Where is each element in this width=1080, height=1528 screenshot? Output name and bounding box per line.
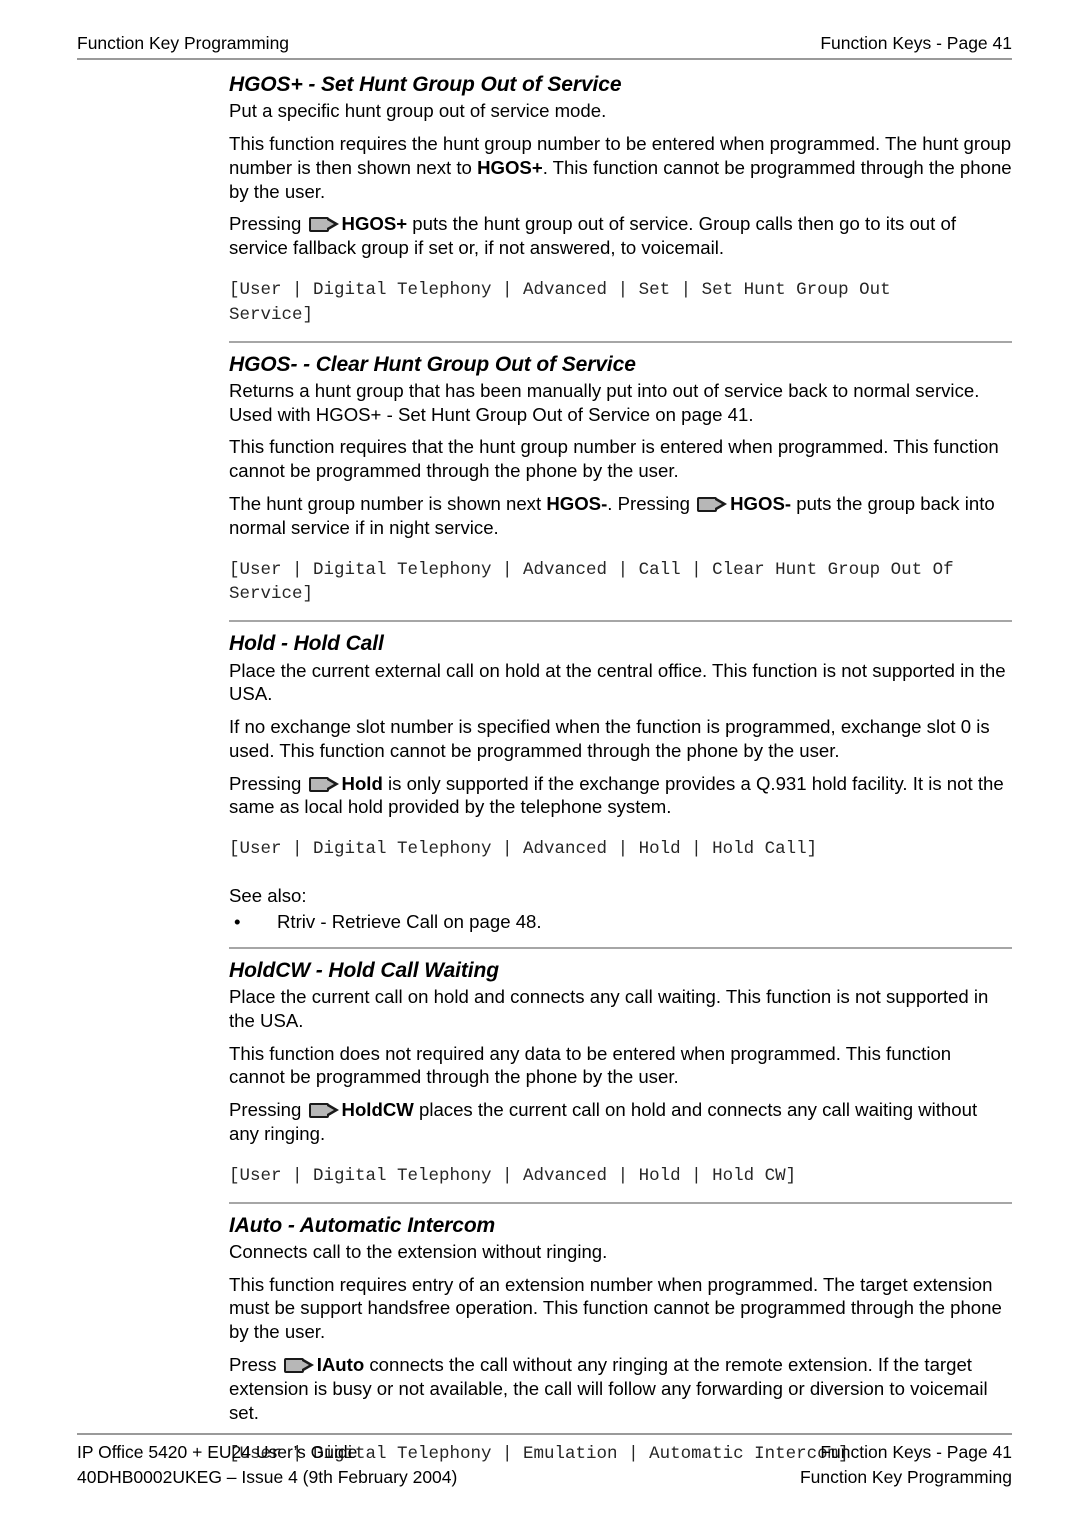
- footer-guide-title: IP Office 5420 + EU24 User’s Guide: [77, 1442, 358, 1463]
- section-title: HGOS+ - Set Hunt Group Out of Service: [229, 73, 622, 96]
- document-page: Function Key Programming Function Keys -…: [0, 0, 1080, 1528]
- footer-left-block: IP Office 5420 + EU24 User’s Guide 40DHB…: [77, 1440, 457, 1490]
- paragraph-text-part: Pressing: [229, 772, 307, 794]
- section-paragraph: Pressing Hold is only supported if the e…: [229, 772, 1012, 820]
- section-paragraph: This function requires that the hunt gro…: [229, 436, 999, 482]
- section-title: HGOS- - Clear Hunt Group Out of Service: [229, 352, 636, 376]
- section-iauto: IAuto - Automatic Intercom Connects call…: [229, 1213, 1012, 1468]
- function-key-icon: [308, 776, 339, 792]
- inline-bold-key-label: HGOS+: [477, 156, 543, 178]
- menu-path-code: [User | Digital Telephony | Advanced | S…: [229, 279, 891, 325]
- section-intro-paragraph: Place the current external call on hold …: [229, 659, 1006, 705]
- function-key-icon: [283, 1357, 314, 1373]
- section-divider: [229, 340, 1012, 343]
- section-hold: Hold - Hold Call Place the current exter…: [229, 631, 1012, 933]
- function-key-icon: [308, 1103, 339, 1119]
- section-intro-paragraph: Put a specific hunt group out of service…: [229, 100, 607, 122]
- see-also-label: See also:: [229, 885, 307, 907]
- section-paragraph: This function requires entry of an exten…: [229, 1273, 1002, 1343]
- section-paragraph: This function requires the hunt group nu…: [229, 132, 1012, 203]
- section-intro-paragraph: Returns a hunt group that has been manua…: [229, 379, 980, 425]
- page-content: HGOS+ - Set Hunt Group Out of Service Pu…: [229, 72, 1012, 1467]
- paragraph-text-part: Pressing: [229, 1099, 307, 1121]
- footer-chapter-title: Function Key Programming: [799, 1467, 1012, 1488]
- section-hgos-plus: HGOS+ - Set Hunt Group Out of Service Pu…: [229, 72, 1012, 328]
- inline-bold-key-label: HGOS-: [546, 493, 608, 515]
- section-paragraph: This function does not required any data…: [229, 1042, 952, 1088]
- function-key-icon: [308, 217, 339, 233]
- section-divider: [229, 946, 1012, 949]
- list-item: • Rtriv - Retrieve Call on page 48.: [229, 910, 1012, 934]
- page-footer: IP Office 5420 + EU24 User’s Guide 40DHB…: [77, 1433, 1012, 1490]
- section-paragraph: Press IAuto connects the call without an…: [229, 1353, 1012, 1424]
- footer-document-number: 40DHB0002UKEG – Issue 4 (9th February 20…: [77, 1467, 458, 1488]
- section-holdcw: HoldCW - Hold Call Waiting Place the cur…: [229, 958, 1012, 1189]
- header-right-text: Function Keys - Page 41: [820, 33, 1012, 53]
- section-intro-paragraph: Place the current call on hold and conne…: [229, 985, 989, 1031]
- section-title: IAuto - Automatic Intercom: [229, 1213, 496, 1237]
- section-title: HoldCW - Hold Call Waiting: [229, 958, 499, 982]
- section-paragraph: If no exchange slot number is specified …: [229, 716, 990, 761]
- bullet-icon: •: [234, 910, 241, 932]
- footer-right-block: Function Keys - Page 41 Function Key Pro…: [800, 1440, 1012, 1490]
- section-paragraph: Pressing HoldCW places the current call …: [229, 1098, 1012, 1146]
- menu-path-code: [User | Digital Telephony | Advanced | H…: [229, 1165, 797, 1186]
- section-intro-paragraph: Connects call to the extension without r…: [229, 1240, 608, 1262]
- page-header: Function Key Programming Function Keys -…: [77, 33, 1012, 61]
- footer-page-reference: Function Keys - Page 41: [820, 1442, 1012, 1463]
- list-item-label: Rtriv - Retrieve Call on page 48.: [277, 910, 542, 932]
- paragraph-text-part: Press: [229, 1353, 282, 1375]
- inline-bold-key-label: HGOS+: [341, 213, 408, 235]
- section-paragraph: Pressing HGOS+ puts the hunt group out o…: [229, 212, 1012, 260]
- paragraph-text-part: Pressing: [229, 213, 307, 235]
- paragraph-text-part: The hunt group number is shown next: [229, 493, 547, 515]
- inline-bold-key-label: HoldCW: [341, 1099, 414, 1121]
- header-left-text: Function Key Programming: [77, 33, 290, 53]
- inline-bold-key-label: HGOS-: [730, 493, 792, 515]
- inline-bold-key-label: IAuto: [316, 1353, 365, 1375]
- inline-bold-key-label: Hold: [341, 772, 383, 794]
- menu-path-code: [User | Digital Telephony | Advanced | C…: [229, 559, 954, 605]
- section-paragraph: The hunt group number is shown next HGOS…: [229, 492, 1012, 540]
- section-hgos-minus: HGOS- - Clear Hunt Group Out of Service …: [229, 352, 1012, 608]
- section-divider: [229, 620, 1012, 623]
- menu-path-code: [User | Digital Telephony | Advanced | H…: [229, 839, 818, 860]
- section-divider: [229, 1201, 1012, 1204]
- section-title: Hold - Hold Call: [229, 632, 384, 656]
- function-key-icon: [697, 497, 728, 513]
- paragraph-text-part: . Pressing: [607, 493, 696, 515]
- see-also-list: • Rtriv - Retrieve Call on page 48.: [229, 910, 1012, 934]
